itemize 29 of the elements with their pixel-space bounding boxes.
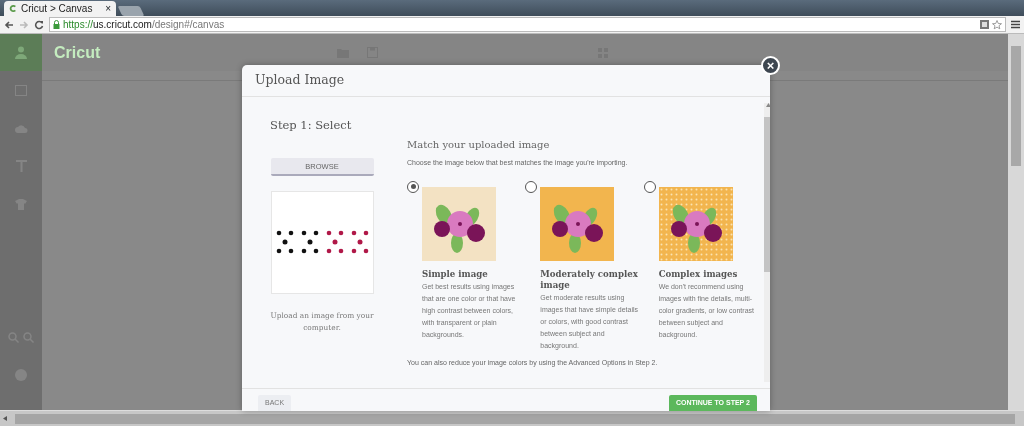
padlock-icon (53, 20, 60, 29)
scroll-up-icon[interactable] (766, 103, 770, 107)
vertical-scrollbar[interactable] (1008, 34, 1024, 410)
option-title: Simple image (422, 268, 489, 280)
section-heading: Match your uploaded image (407, 138, 551, 152)
radio-button[interactable] (407, 180, 419, 193)
star-icon[interactable] (992, 19, 1002, 30)
address-bar[interactable]: https://us.cricut.com/design#/canvas (49, 17, 1006, 32)
browser-tab[interactable]: Cricut > Canvas × (4, 1, 116, 16)
app-logo: Cricut (54, 42, 101, 63)
new-tab-button[interactable] (117, 6, 145, 16)
horizontal-scrollbar[interactable] (0, 410, 1024, 426)
scroll-left-icon[interactable] (3, 416, 7, 421)
url-text: https://us.cricut.com/design#/canvas (63, 18, 225, 32)
option-title: Complex images (658, 268, 739, 280)
dialog-title: Upload Image (255, 71, 345, 90)
radio-button[interactable] (525, 180, 538, 193)
cricut-logo-icon (9, 4, 18, 13)
tab-title: Cricut > Canvas (21, 2, 94, 16)
tab-close-button[interactable]: × (105, 1, 111, 16)
reload-icon[interactable] (34, 19, 44, 30)
back-arrow-icon[interactable] (4, 19, 14, 30)
option-title: Moderately complex image (540, 268, 639, 291)
person-icon (15, 46, 27, 59)
menu-icon[interactable] (1011, 20, 1020, 29)
extension-icon[interactable] (980, 20, 989, 29)
step-title: Step 1: Select (270, 117, 352, 134)
forward-arrow-icon[interactable] (19, 19, 29, 30)
radio-button[interactable] (643, 180, 656, 193)
